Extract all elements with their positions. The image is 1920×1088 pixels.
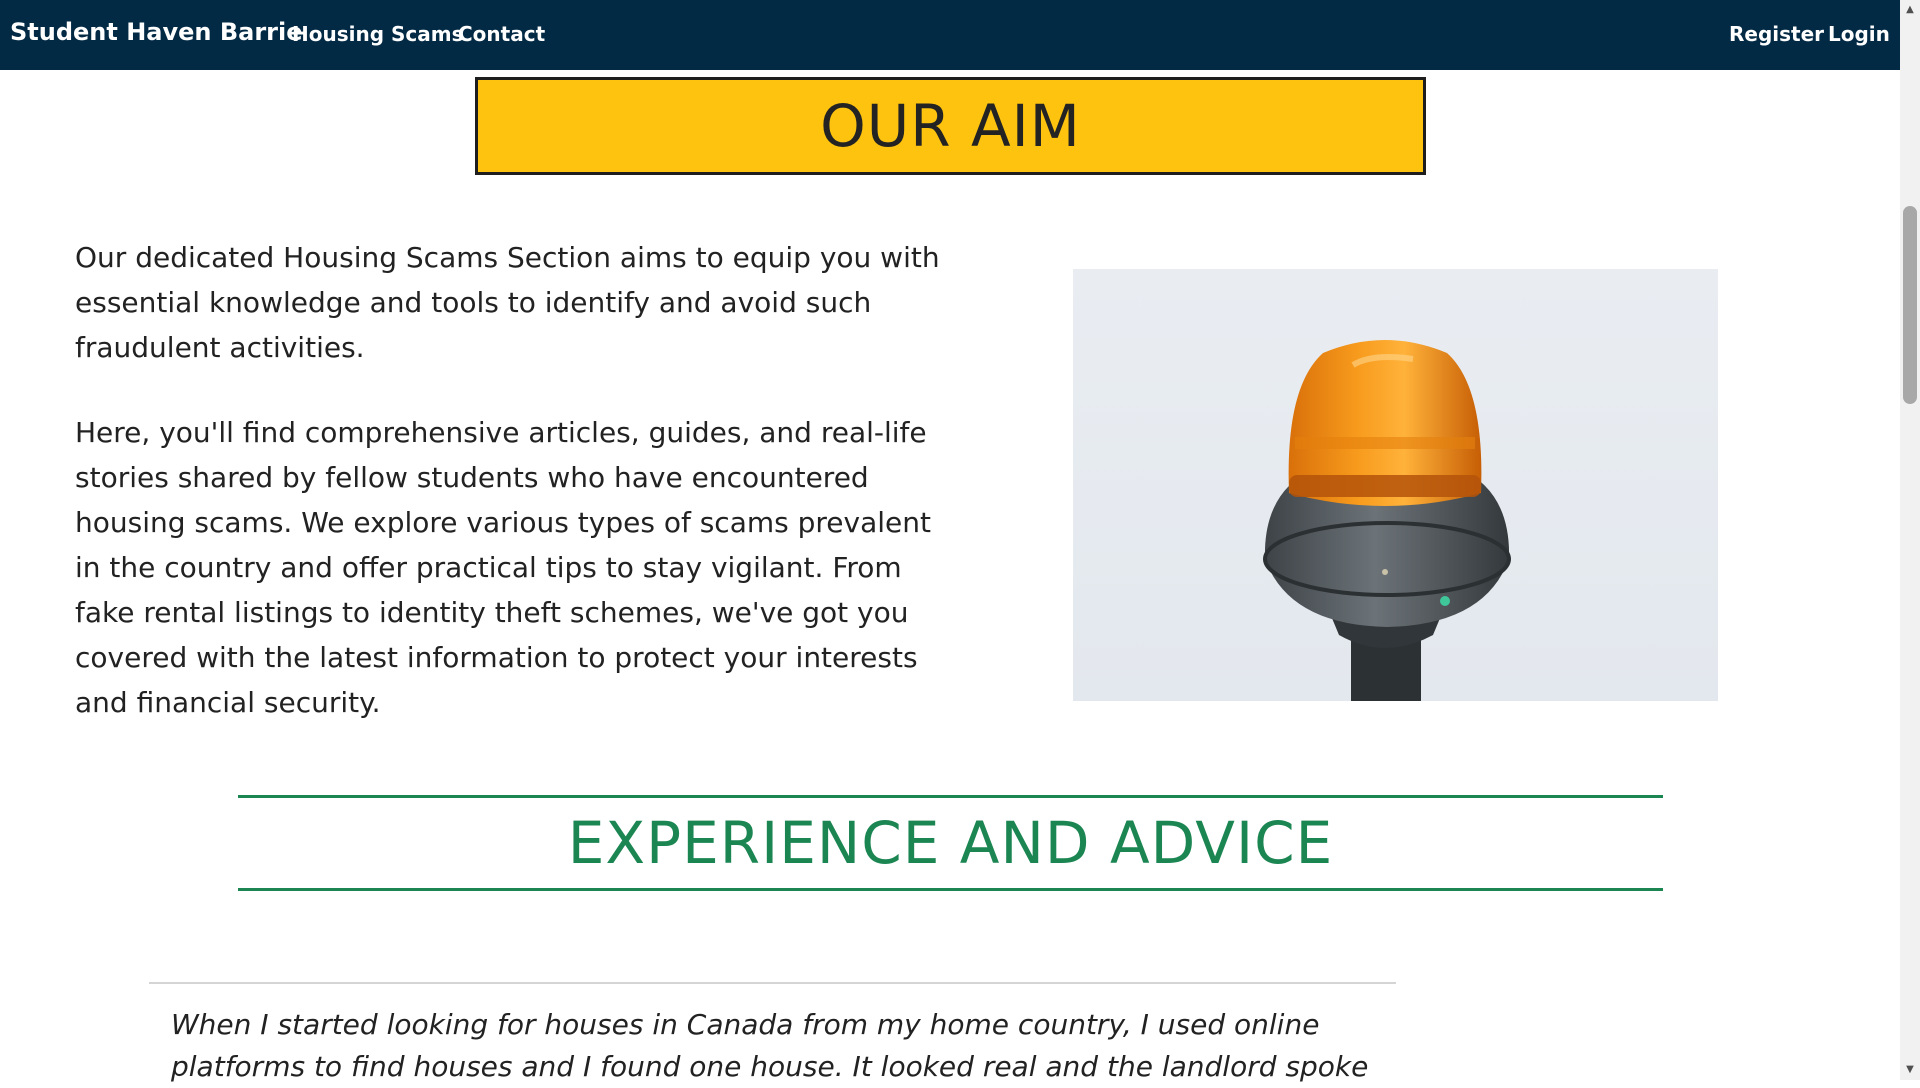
nav-link-housing-scams[interactable]: Housing Scams (292, 22, 464, 46)
scroll-up-arrow-icon[interactable]: ▲ (1900, 0, 1920, 20)
scroll-down-arrow-icon[interactable]: ▼ (1900, 1060, 1920, 1080)
our-aim-text: Our dedicated Housing Scams Section aims… (75, 235, 955, 765)
experience-heading: EXPERIENCE AND ADVICE (567, 809, 1334, 877)
warning-beacon-icon (1263, 340, 1511, 701)
our-aim-banner: OUR AIM (475, 77, 1426, 175)
experience-section-header: EXPERIENCE AND ADVICE (238, 795, 1663, 891)
nav-link-login[interactable]: Login (1828, 22, 1890, 46)
our-aim-heading: OUR AIM (820, 92, 1081, 160)
aim-paragraph-2: Here, you'll find comprehensive articles… (75, 416, 931, 719)
page-scrollbar[interactable]: ▲ ▼ (1900, 0, 1920, 1080)
scrollbar-thumb[interactable] (1903, 206, 1917, 404)
aim-paragraph-1: Our dedicated Housing Scams Section aims… (75, 241, 940, 364)
nav-link-contact[interactable]: Contact (458, 22, 545, 46)
brand-link[interactable]: Student Haven Barrie (10, 18, 303, 46)
quote-divider (149, 982, 1396, 984)
testimonial-quote: When I started looking for houses in Can… (171, 1008, 1369, 1083)
warning-beacon-photo (1073, 269, 1718, 701)
nav-link-register[interactable]: Register (1729, 22, 1824, 46)
top-navbar: Student Haven Barrie Housing Scams Conta… (0, 0, 1900, 70)
